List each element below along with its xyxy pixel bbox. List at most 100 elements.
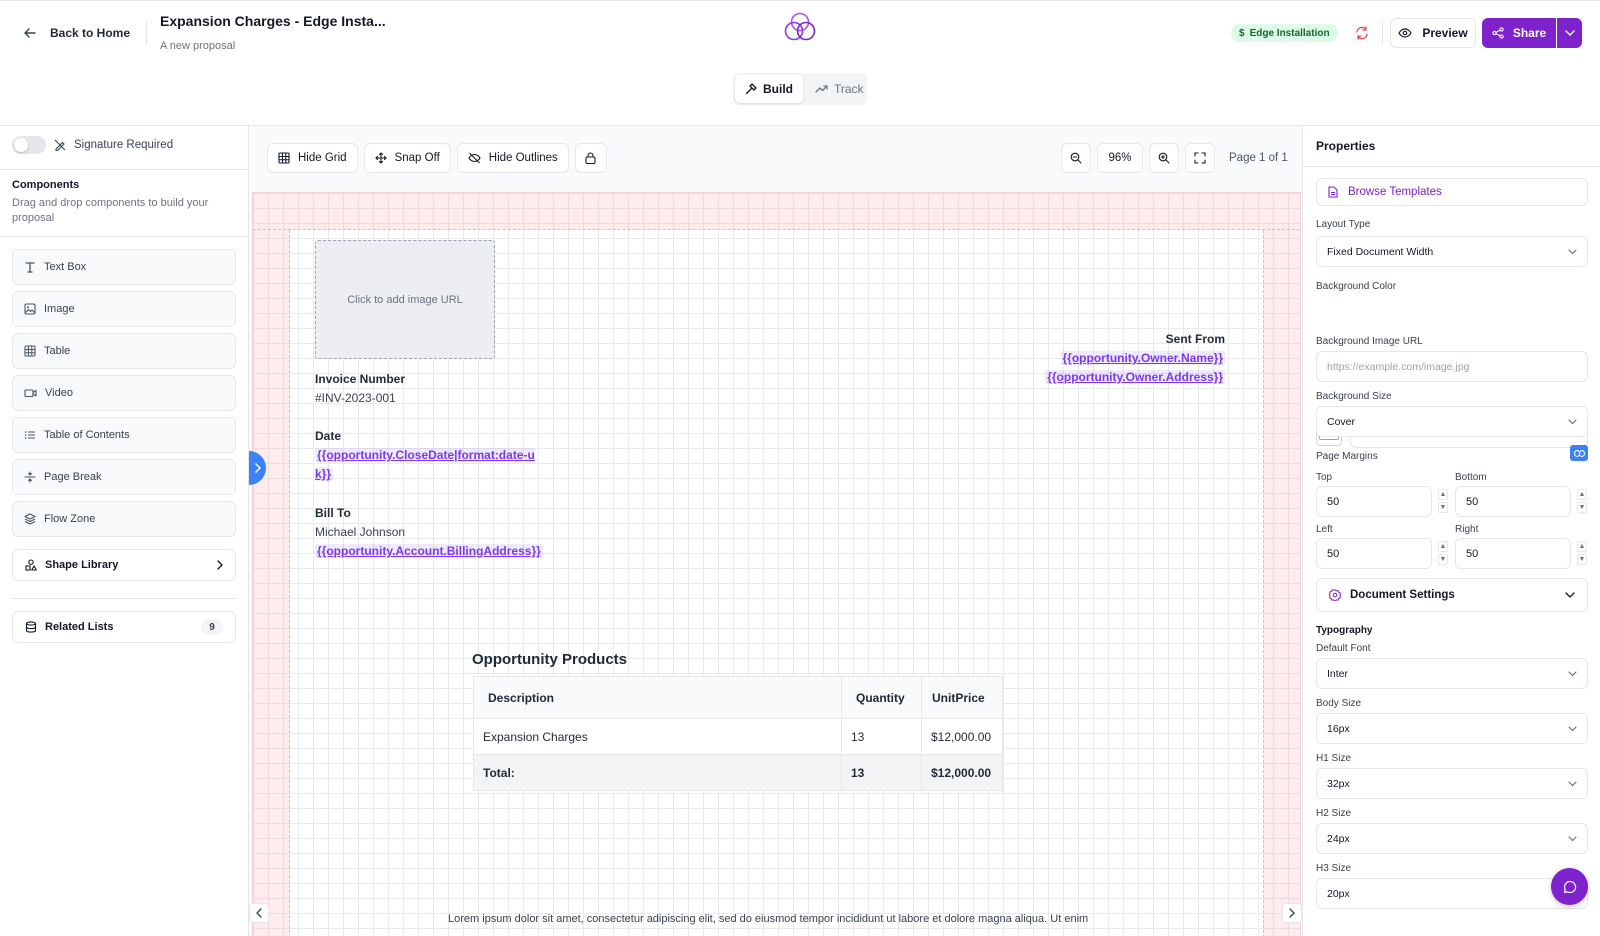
invoice-label: Invoice Number xyxy=(315,372,406,386)
document-settings-toggle[interactable]: Document Settings xyxy=(1316,578,1588,612)
hide-grid-button[interactable]: Hide Grid xyxy=(267,143,358,173)
date-block[interactable]: Date {{opportunity.CloseDate|format:date… xyxy=(315,427,545,484)
properties-title: Properties xyxy=(1316,139,1376,153)
back-to-home-button[interactable]: Back to Home xyxy=(24,23,130,43)
tab-build[interactable]: Build xyxy=(735,75,803,103)
collapse-right-button[interactable] xyxy=(1282,903,1302,923)
chevron-right-icon xyxy=(254,463,261,473)
components-description: Drag and drop components to build your p… xyxy=(12,197,209,224)
date-label: Date xyxy=(315,429,342,443)
lock-button[interactable] xyxy=(574,143,607,173)
margin-bottom-label: Bottom xyxy=(1455,472,1487,483)
sent-from-block[interactable]: Sent From {{opportunity.Owner.Name}} {{o… xyxy=(1045,330,1225,387)
divider xyxy=(12,598,236,599)
component-image[interactable]: Image xyxy=(12,291,236,327)
margin-top-input[interactable]: 50 xyxy=(1316,486,1432,517)
share-dropdown-button[interactable] xyxy=(1557,18,1582,48)
eye-icon xyxy=(1398,28,1412,38)
invoice-block[interactable]: Invoice Number #INV-2023-001 xyxy=(315,370,405,408)
divider xyxy=(0,236,249,237)
margin-bottom-input[interactable]: 50 xyxy=(1455,486,1571,517)
status-badge: $ Edge Installation xyxy=(1231,24,1338,42)
eye-off-icon xyxy=(468,152,481,164)
chevron-right-icon xyxy=(1289,908,1295,918)
zoom-in-icon xyxy=(1158,152,1170,164)
background-size-select[interactable]: Cover xyxy=(1316,406,1588,437)
default-font-select[interactable]: Inter xyxy=(1316,658,1588,689)
share-button[interactable]: Share xyxy=(1482,18,1556,48)
link-margins-button[interactable] xyxy=(1570,445,1588,461)
bill-to-name: Michael Johnson xyxy=(315,525,406,539)
snap-toggle-button[interactable]: Snap Off xyxy=(363,143,451,173)
zoom-level[interactable]: 96% xyxy=(1097,143,1143,173)
sync-icon[interactable] xyxy=(1354,25,1370,41)
document-page[interactable]: Click to add image URL Sent From {{oppor… xyxy=(253,193,1300,936)
invoice-value: #INV-2023-001 xyxy=(315,391,396,405)
chevron-down-icon xyxy=(1568,780,1577,787)
merge-field-billing-address: {{opportunity.Account.BillingAddress}} xyxy=(315,544,543,558)
hide-grid-label: Hide Grid xyxy=(298,152,347,164)
divider xyxy=(0,169,249,170)
components-title: Components xyxy=(12,179,80,191)
margin-left-label: Left xyxy=(1316,524,1333,535)
margin-right-stepper[interactable]: ▲ ▼ xyxy=(1577,541,1587,565)
chevron-down-icon xyxy=(1568,248,1577,255)
related-lists-button[interactable]: Related Lists 9 xyxy=(12,611,236,643)
back-label: Back to Home xyxy=(50,26,131,40)
layout-type-select[interactable]: Fixed Document Width xyxy=(1316,236,1588,267)
shape-library-label: Shape Library xyxy=(45,559,119,571)
h1-size-select[interactable]: 32px xyxy=(1316,768,1588,799)
background-image-label: Background Image URL xyxy=(1316,336,1423,347)
dollar-icon: $ xyxy=(1239,27,1245,39)
component-label: Flow Zone xyxy=(44,513,96,525)
body-size-value: 16px xyxy=(1327,722,1350,735)
component-label: Image xyxy=(44,303,75,315)
background-color-label: Background Color xyxy=(1316,281,1397,292)
signature-toggle[interactable] xyxy=(12,136,46,154)
chat-button[interactable] xyxy=(1551,868,1588,905)
sent-from-label: Sent From xyxy=(1165,332,1225,346)
margin-left-stepper[interactable]: ▲ ▼ xyxy=(1438,541,1448,565)
document-title[interactable]: Expansion Charges - Edge Insta... xyxy=(160,13,386,29)
related-lists-count: 9 xyxy=(201,619,223,635)
zoom-in-button[interactable] xyxy=(1149,143,1179,173)
component-video[interactable]: Video xyxy=(12,375,236,411)
component-flow-zone[interactable]: Flow Zone xyxy=(12,501,236,537)
products-table[interactable]: Description Quantity UnitPrice Expansion… xyxy=(473,676,1003,791)
tab-track[interactable]: Track xyxy=(805,75,874,103)
signature-icon xyxy=(54,139,66,151)
divider xyxy=(146,21,147,45)
background-size-value: Cover xyxy=(1327,415,1356,428)
component-table-of-contents[interactable]: Table of Contents xyxy=(12,417,236,453)
image-placeholder[interactable]: Click to add image URL xyxy=(315,240,495,359)
document-subtitle: A new proposal xyxy=(160,40,236,52)
zoom-out-button[interactable] xyxy=(1061,143,1091,173)
hammer-icon xyxy=(745,83,757,95)
browse-templates-button[interactable]: Browse Templates xyxy=(1316,178,1588,206)
bill-to-block[interactable]: Bill To Michael Johnson {{opportunity.Ac… xyxy=(315,504,543,561)
component-text-box[interactable]: Text Box xyxy=(12,249,236,285)
margin-right-input[interactable]: 50 xyxy=(1455,538,1571,569)
body-size-select[interactable]: 16px xyxy=(1316,713,1588,744)
hide-outlines-button[interactable]: Hide Outlines xyxy=(456,143,569,173)
fullscreen-button[interactable] xyxy=(1185,143,1215,173)
body-text[interactable]: Lorem ipsum dolor sit amet, consectetur … xyxy=(448,913,1088,925)
preview-button[interactable]: Preview xyxy=(1390,18,1476,48)
h3-size-select[interactable]: 20px xyxy=(1316,878,1588,909)
component-page-break[interactable]: Page Break xyxy=(12,459,236,495)
collapse-left-button[interactable] xyxy=(249,903,269,923)
margin-top-stepper[interactable]: ▲ ▼ xyxy=(1438,489,1448,513)
table-header-row: Description Quantity UnitPrice xyxy=(473,676,1003,719)
chevron-down-icon xyxy=(1568,725,1577,732)
products-title: Opportunity Products xyxy=(472,651,627,668)
total-price: $12,000.00 xyxy=(921,754,1003,791)
h2-size-select[interactable]: 24px xyxy=(1316,823,1588,854)
h3-size-value: 20px xyxy=(1327,887,1350,900)
shape-library-button[interactable]: Shape Library xyxy=(12,549,236,581)
background-image-input[interactable]: https://example.com/image.jpg xyxy=(1316,351,1588,382)
cell-quantity: 13 xyxy=(841,718,922,755)
margin-left-input[interactable]: 50 xyxy=(1316,538,1432,569)
component-table[interactable]: Table xyxy=(12,333,236,369)
zoom-out-icon xyxy=(1070,152,1082,164)
margin-bottom-stepper[interactable]: ▲ ▼ xyxy=(1577,489,1587,513)
